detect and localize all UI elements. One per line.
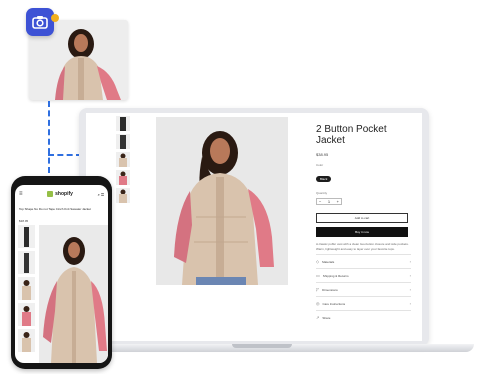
share-icon: ↗ (316, 315, 320, 320)
product-vendor (316, 116, 411, 120)
camera-icon (32, 16, 48, 29)
store-logo-text: shopify (55, 191, 73, 197)
mobile-product-price: $38.95 (19, 219, 29, 223)
product-title: 2 Button Pocket Jacket (316, 124, 387, 146)
product-thumbnail[interactable] (116, 134, 130, 149)
product-thumbnail[interactable] (116, 170, 130, 185)
accordion-label: Materials (322, 259, 335, 264)
product-thumbnail[interactable] (116, 188, 130, 203)
quantity-label: Quantity (316, 191, 328, 195)
shopify-bag-icon (47, 191, 54, 197)
connector-line (48, 101, 50, 173)
chevron-right-icon: › (409, 287, 411, 292)
product-details-panel: 2 Button Pocket Jacket $38.95 Color Blac… (316, 116, 411, 324)
product-accordion: ◇ Materials › ▭ Shipping & Returns › ◸ Dimens… (316, 254, 411, 324)
materials-icon: ◇ (316, 259, 320, 264)
mobile-product-thumbnail[interactable] (18, 329, 35, 352)
hamburger-menu-icon[interactable]: ≡ (19, 191, 23, 197)
product-description: A classic puffer vest with a clean two-b… (316, 242, 409, 251)
laptop-notch (232, 344, 292, 348)
accordion-care[interactable]: ◎ Care Instructions › (316, 296, 411, 310)
accordion-label: Share (322, 315, 331, 320)
plus-icon[interactable]: + (337, 199, 339, 204)
chevron-right-icon: › (409, 301, 411, 306)
mobile-thumbnail-strip (18, 225, 36, 355)
header-icons: ⌕ ◫ (98, 192, 104, 197)
product-price: $38.95 (316, 152, 329, 157)
accordion-shipping[interactable]: ▭ Shipping & Returns › (316, 268, 411, 282)
chevron-right-icon: › (409, 259, 411, 264)
care-icon: ◎ (316, 301, 320, 306)
connector-line (48, 154, 82, 156)
shipping-icon: ▭ (316, 273, 320, 278)
mobile-product-thumbnail[interactable] (18, 251, 35, 274)
mobile-main-product-image (39, 225, 108, 363)
thumbnail-strip (116, 116, 132, 206)
accordion-materials[interactable]: ◇ Materials › (316, 254, 411, 268)
mobile-header: ≡ shopify ⌕ ◫ (15, 189, 108, 199)
cart-icon[interactable]: ◫ (101, 192, 104, 197)
mobile-product-title: Top Shape No Do not Tape Cinch Knit Swea… (19, 207, 91, 211)
product-thumbnail[interactable] (116, 152, 130, 167)
chevron-right-icon: › (409, 273, 411, 278)
mobile-product-thumbnail[interactable] (18, 303, 35, 326)
camera-search-button[interactable] (26, 8, 54, 36)
add-to-cart-button[interactable]: Add to cart (316, 213, 408, 223)
color-option-button[interactable]: Black (316, 176, 332, 182)
minus-icon[interactable]: − (319, 199, 321, 204)
accordion-label: Shipping & Returns (322, 273, 349, 278)
phone-notch (44, 179, 78, 185)
phone-screen: ≡ shopify ⌕ ◫ Top Shape No Do not Tape C… (15, 185, 108, 363)
notification-dot (51, 14, 59, 22)
buy-now-button[interactable]: Buy it now (316, 227, 408, 237)
dimensions-icon: ◸ (316, 287, 320, 292)
quantity-value: 1 (327, 199, 331, 204)
mobile-product-thumbnail[interactable] (18, 277, 35, 300)
store-logo[interactable]: shopify (47, 191, 73, 197)
product-thumbnail[interactable] (116, 116, 130, 131)
accordion-share[interactable]: ↗ Share (316, 310, 411, 324)
mobile-product-thumbnail[interactable] (18, 225, 35, 248)
search-icon[interactable]: ⌕ (98, 192, 100, 197)
accordion-label: Care Instructions (322, 301, 346, 306)
accordion-dimensions[interactable]: ◸ Dimensions › (316, 282, 411, 296)
quantity-stepper[interactable]: − 1 + (316, 198, 342, 205)
color-label: Color (316, 163, 324, 167)
accordion-label: Dimensions (322, 287, 338, 292)
main-product-image (156, 117, 288, 285)
